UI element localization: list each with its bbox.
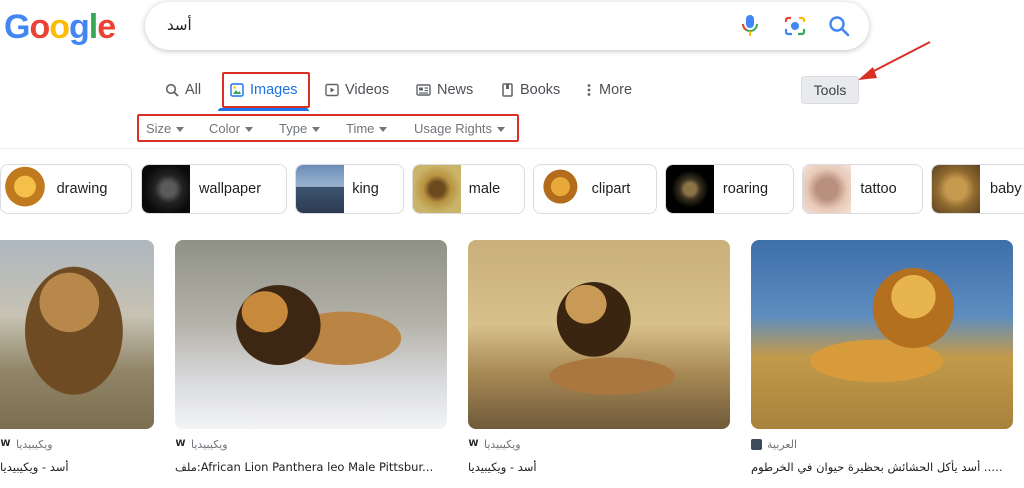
chip-label: wallpaper <box>198 181 262 197</box>
chip-wallpaper[interactable]: wallpaper <box>141 164 287 214</box>
chip-drawing[interactable]: drawing <box>0 164 132 214</box>
source-name: ويكيبيديا <box>484 437 521 451</box>
result-caption[interactable]: أسد - ويكيبيديا <box>468 460 730 474</box>
chip-label: tattoo <box>860 181 897 197</box>
filter-type[interactable]: Type <box>279 121 321 136</box>
caret-down-icon <box>312 126 321 132</box>
chip-thumbnail <box>932 165 980 213</box>
filter-size[interactable]: Size <box>146 121 185 136</box>
image-icon <box>230 83 244 97</box>
tab-books[interactable]: Books <box>501 70 560 110</box>
tab-label: Images <box>250 82 298 98</box>
image-result[interactable]: العربية فيديو عجيب.. أسد يأكل الحشائش بح… <box>751 240 1013 474</box>
chip-label: male <box>468 181 501 197</box>
result-source[interactable]: W ويكيبيديا <box>0 437 154 451</box>
logo-letter: e <box>97 8 116 46</box>
filter-label: Color <box>209 121 241 136</box>
tab-videos[interactable]: Videos <box>325 70 389 110</box>
chip-roaring[interactable]: roaring <box>665 164 794 214</box>
tab-images[interactable]: Images <box>230 70 298 110</box>
filter-usage-rights[interactable]: Usage Rights <box>414 121 506 136</box>
chip-label: clipart <box>591 181 631 197</box>
newspaper-icon <box>416 84 431 96</box>
mic-icon[interactable] <box>739 14 761 38</box>
logo-letter: l <box>88 8 99 46</box>
caret-down-icon <box>245 126 254 132</box>
tab-news[interactable]: News <box>416 70 473 110</box>
alarabiya-icon <box>751 438 762 450</box>
result-source[interactable]: العربية <box>751 437 1013 451</box>
header-divider <box>0 148 1024 149</box>
search-icon[interactable] <box>827 14 851 38</box>
filter-label: Type <box>279 121 308 136</box>
result-image[interactable] <box>468 240 730 429</box>
result-caption[interactable]: أسد - ويكيبيديا <box>0 460 154 474</box>
source-name: العربية <box>767 437 798 451</box>
caret-down-icon <box>176 126 185 132</box>
result-source[interactable]: W ويكيبيديا <box>175 437 447 451</box>
filter-label: Usage Rights <box>414 121 493 136</box>
result-image[interactable] <box>175 240 447 429</box>
logo-letter: g <box>69 8 90 46</box>
chip-tattoo[interactable]: tattoo <box>802 164 923 214</box>
logo-letter: o <box>29 8 50 46</box>
logo-letter: G <box>4 8 30 46</box>
image-result[interactable]: W ويكيبيديا أسد - ويكيبيديا <box>468 240 730 474</box>
chip-thumbnail <box>142 165 190 213</box>
tab-label: News <box>437 82 474 98</box>
image-result[interactable]: W ويكيبيديا أسد - ويكيبيديا <box>0 240 154 474</box>
filter-color[interactable]: Color <box>209 121 254 136</box>
filter-label: Size <box>146 121 172 136</box>
chip-label: king <box>352 181 379 197</box>
book-icon <box>502 83 513 97</box>
tab-label: All <box>185 82 202 98</box>
chip-clipart[interactable]: clipart <box>533 164 657 214</box>
filter-bar: Size Color Type Time Usage Rights <box>0 116 1024 138</box>
source-name: ويكيبيديا <box>16 437 53 451</box>
search-bar[interactable]: أسد <box>145 2 869 50</box>
google-logo[interactable]: Google <box>4 8 116 47</box>
result-caption[interactable]: فيديو عجيب.. أسد يأكل الحشائش بحظيرة حيو… <box>751 460 1013 474</box>
chip-label: drawing <box>56 181 108 197</box>
result-image[interactable] <box>0 240 154 429</box>
active-tab-indicator <box>218 108 309 111</box>
wikipedia-icon: W <box>0 439 11 449</box>
tab-label: More <box>599 82 633 98</box>
chip-thumbnail <box>534 165 582 213</box>
tab-label: Books <box>520 82 561 98</box>
chip-label: roaring <box>722 181 769 197</box>
logo-letter: o <box>49 8 70 46</box>
source-name: ويكيبيديا <box>191 437 228 451</box>
wikipedia-icon: W <box>468 439 479 449</box>
chip-king[interactable]: king <box>295 164 404 214</box>
camera-lens-icon[interactable] <box>783 15 807 37</box>
image-result[interactable]: W ويكيبيديا ملف:African Lion Panthera leo… <box>175 240 447 474</box>
chip-thumbnail <box>413 165 461 213</box>
chip-label: baby <box>990 181 1022 197</box>
chip-thumbnail <box>296 165 344 213</box>
result-image[interactable] <box>751 240 1013 429</box>
search-icon <box>165 83 179 97</box>
play-icon <box>325 83 339 97</box>
tab-label: Videos <box>345 82 390 98</box>
chip-thumbnail <box>803 165 851 213</box>
filter-time[interactable]: Time <box>346 121 388 136</box>
caret-down-icon <box>379 126 388 132</box>
result-caption[interactable]: ملف:African Lion Panthera leo Male Pitts… <box>175 460 447 474</box>
tab-more[interactable]: More <box>585 70 632 110</box>
search-tabs: All Images Videos News Books More <box>0 70 1024 110</box>
chip-thumbnail <box>666 165 714 213</box>
tools-button[interactable]: Tools <box>801 76 859 104</box>
more-vertical-icon <box>587 84 591 96</box>
caret-down-icon <box>497 126 506 132</box>
chip-thumbnail <box>1 165 49 213</box>
search-input[interactable]: أسد <box>167 16 192 34</box>
chip-baby[interactable]: baby <box>931 164 1024 214</box>
chip-male[interactable]: male <box>412 164 525 214</box>
filter-label: Time <box>346 121 375 136</box>
result-source[interactable]: W ويكيبيديا <box>468 437 730 451</box>
tab-all[interactable]: All <box>165 70 201 110</box>
wikipedia-icon: W <box>175 439 186 449</box>
